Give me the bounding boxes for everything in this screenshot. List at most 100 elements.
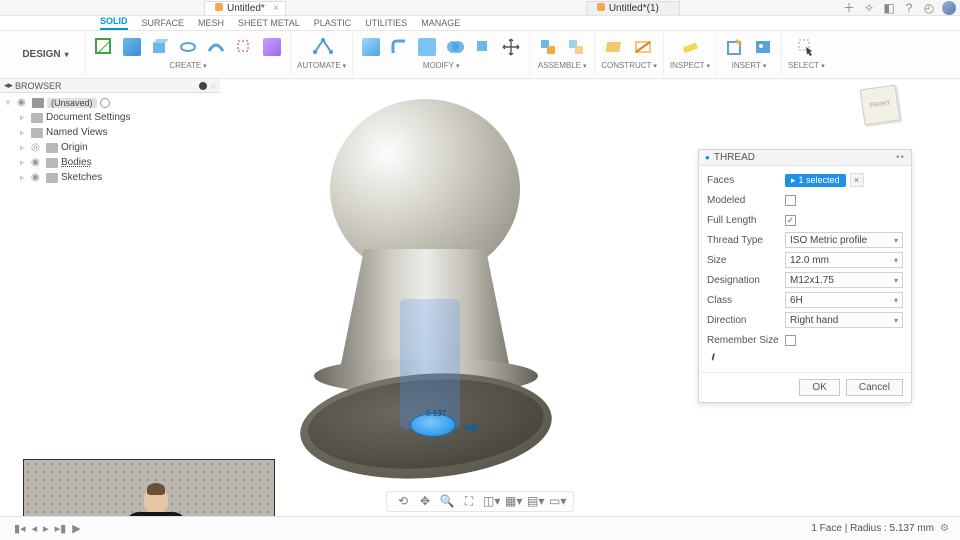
tab-utilities[interactable]: UTILITIES: [365, 18, 407, 30]
pan-icon[interactable]: ✥: [417, 494, 433, 509]
thread-dialog: ●THREAD•• Faces ▸ 1 selected × Modeled F…: [698, 149, 912, 403]
axis-icon[interactable]: [631, 35, 655, 59]
thread-dialog-header[interactable]: ●THREAD••: [699, 150, 911, 166]
move-icon[interactable]: [499, 35, 523, 59]
clear-selection-icon[interactable]: ×: [850, 173, 864, 187]
info-icon[interactable]: 𝒊: [707, 351, 719, 363]
settings-gear-icon[interactable]: ⚙: [940, 523, 952, 535]
thread-direction-select[interactable]: Right hand: [785, 312, 903, 328]
group-automate: AUTOMATE: [291, 33, 353, 76]
measure-icon[interactable]: [678, 35, 702, 59]
tree-bodies[interactable]: ▹◉Bodies: [6, 155, 220, 170]
cancel-button[interactable]: Cancel: [846, 379, 903, 396]
group-assemble-label[interactable]: ASSEMBLE: [538, 61, 587, 70]
timeline-start-icon[interactable]: ▮◂: [14, 522, 26, 535]
group-create-label[interactable]: CREATE: [169, 61, 206, 70]
timeline-prev-icon[interactable]: ◂: [32, 522, 38, 535]
timeline-end-icon[interactable]: ▸▮: [55, 522, 67, 535]
clock-icon[interactable]: ◴: [922, 1, 936, 15]
doc-tab-1[interactable]: Untitled* ×: [204, 1, 286, 15]
shell-icon[interactable]: [415, 35, 439, 59]
full-length-checkbox[interactable]: ✓: [785, 215, 796, 226]
press-pull-icon[interactable]: [359, 35, 383, 59]
group-inspect: INSPECT: [664, 33, 717, 76]
revolve-icon[interactable]: [176, 35, 200, 59]
direction-arrow-icon[interactable]: ➔: [462, 415, 479, 440]
insert-decal-icon[interactable]: [751, 35, 775, 59]
group-inspect-label[interactable]: INSPECT: [670, 61, 710, 70]
timeline-play-icon[interactable]: ▶: [72, 522, 80, 535]
sweep-icon[interactable]: [204, 35, 228, 59]
extrude-icon[interactable]: [148, 35, 172, 59]
group-insert-label[interactable]: INSERT: [732, 61, 767, 70]
faces-selection-chip[interactable]: ▸ 1 selected: [785, 174, 846, 187]
joint-icon[interactable]: [536, 35, 560, 59]
group-modify: MODIFY: [353, 33, 530, 76]
group-create: CREATE: [86, 33, 291, 76]
tree-origin[interactable]: ▹◎Origin: [6, 140, 220, 155]
orbit-icon[interactable]: ⟲: [395, 494, 411, 509]
user-avatar[interactable]: [942, 1, 956, 15]
group-select-label[interactable]: SELECT: [788, 61, 825, 70]
grid-icon[interactable]: ▤▾: [527, 494, 543, 509]
plane-icon[interactable]: [603, 35, 627, 59]
doc-tab-2-label: Untitled*(1): [609, 3, 659, 14]
automate-icon[interactable]: [310, 35, 334, 59]
ribbon-tabs: SOLID SURFACE MESH SHEET METAL PLASTIC U…: [0, 16, 960, 31]
gear-icon[interactable]: [100, 98, 110, 108]
viewcube[interactable]: FRONT: [862, 87, 906, 131]
group-select: SELECT: [782, 33, 831, 76]
help-icon[interactable]: ?: [902, 1, 916, 15]
thread-class-select[interactable]: 6H: [785, 292, 903, 308]
browser-header[interactable]: ◂▸ BROWSER ○: [0, 79, 220, 93]
tab-mesh[interactable]: MESH: [198, 18, 224, 30]
new-tab-icon[interactable]: ＋: [842, 1, 856, 15]
timeline-next-icon[interactable]: ▸: [43, 522, 49, 535]
fillet-icon[interactable]: [387, 35, 411, 59]
loft-icon[interactable]: [232, 35, 256, 59]
fit-icon[interactable]: ⛶: [461, 494, 477, 509]
tree-root[interactable]: ▿◉ (Unsaved): [6, 95, 220, 110]
viewport-icon[interactable]: ▭▾: [549, 494, 565, 509]
as-built-joint-icon[interactable]: [564, 35, 588, 59]
zoom-icon[interactable]: 🔍: [439, 494, 455, 509]
workspace-selector[interactable]: DESIGN: [6, 33, 86, 76]
tree-doc-settings[interactable]: ▹Document Settings: [6, 110, 220, 125]
notify-icon[interactable]: ✧: [862, 1, 876, 15]
insert-derive-icon[interactable]: [723, 35, 747, 59]
combine-icon[interactable]: [443, 35, 467, 59]
emboss-icon[interactable]: [260, 35, 284, 59]
pin-icon[interactable]: [199, 82, 207, 90]
tab-manage[interactable]: MANAGE: [421, 18, 460, 30]
3d-model[interactable]: 5.137 ➔: [290, 89, 570, 489]
tree-named-views[interactable]: ▹Named Views: [6, 125, 220, 140]
tab-sheetmetal[interactable]: SHEET METAL: [238, 18, 300, 30]
close-icon[interactable]: ×: [273, 3, 279, 14]
doc-tab-2[interactable]: Untitled*(1): [586, 1, 680, 15]
display-icon[interactable]: ▦▾: [505, 494, 521, 509]
modeled-checkbox[interactable]: [785, 195, 796, 206]
nav-bar: ⟲ ✥ 🔍 ⛶ ◫▾ ▦▾ ▤▾ ▭▾: [386, 491, 574, 512]
thread-size-select[interactable]: 12.0 mm: [785, 252, 903, 268]
ribbon: DESIGN CREATE AUTOMATE MODIFY: [0, 31, 960, 79]
extensions-icon[interactable]: ◧: [882, 1, 896, 15]
viewport[interactable]: ◂▸ BROWSER ○ ▿◉ (Unsaved) ▹Document Sett…: [0, 79, 960, 516]
tab-surface[interactable]: SURFACE: [142, 18, 185, 30]
select-icon[interactable]: [794, 35, 818, 59]
dimension-label: 5.137: [426, 409, 446, 418]
group-automate-label[interactable]: AUTOMATE: [297, 61, 346, 70]
thread-designation-select[interactable]: M12x1.75: [785, 272, 903, 288]
new-sketch-icon[interactable]: [92, 35, 116, 59]
group-modify-label[interactable]: MODIFY: [423, 61, 460, 70]
look-at-icon[interactable]: ◫▾: [483, 494, 499, 509]
thread-type-select[interactable]: ISO Metric profile: [785, 232, 903, 248]
webcam-overlay: HP ACADEMY: [23, 459, 275, 516]
group-construct-label[interactable]: CONSTRUCT: [601, 61, 657, 70]
tab-solid[interactable]: SOLID: [100, 16, 128, 30]
tab-plastic[interactable]: PLASTIC: [314, 18, 352, 30]
draft-icon[interactable]: [471, 35, 495, 59]
remember-size-checkbox[interactable]: [785, 335, 796, 346]
ok-button[interactable]: OK: [799, 379, 839, 396]
box-icon[interactable]: [120, 35, 144, 59]
tree-sketches[interactable]: ▹◉Sketches: [6, 170, 220, 185]
